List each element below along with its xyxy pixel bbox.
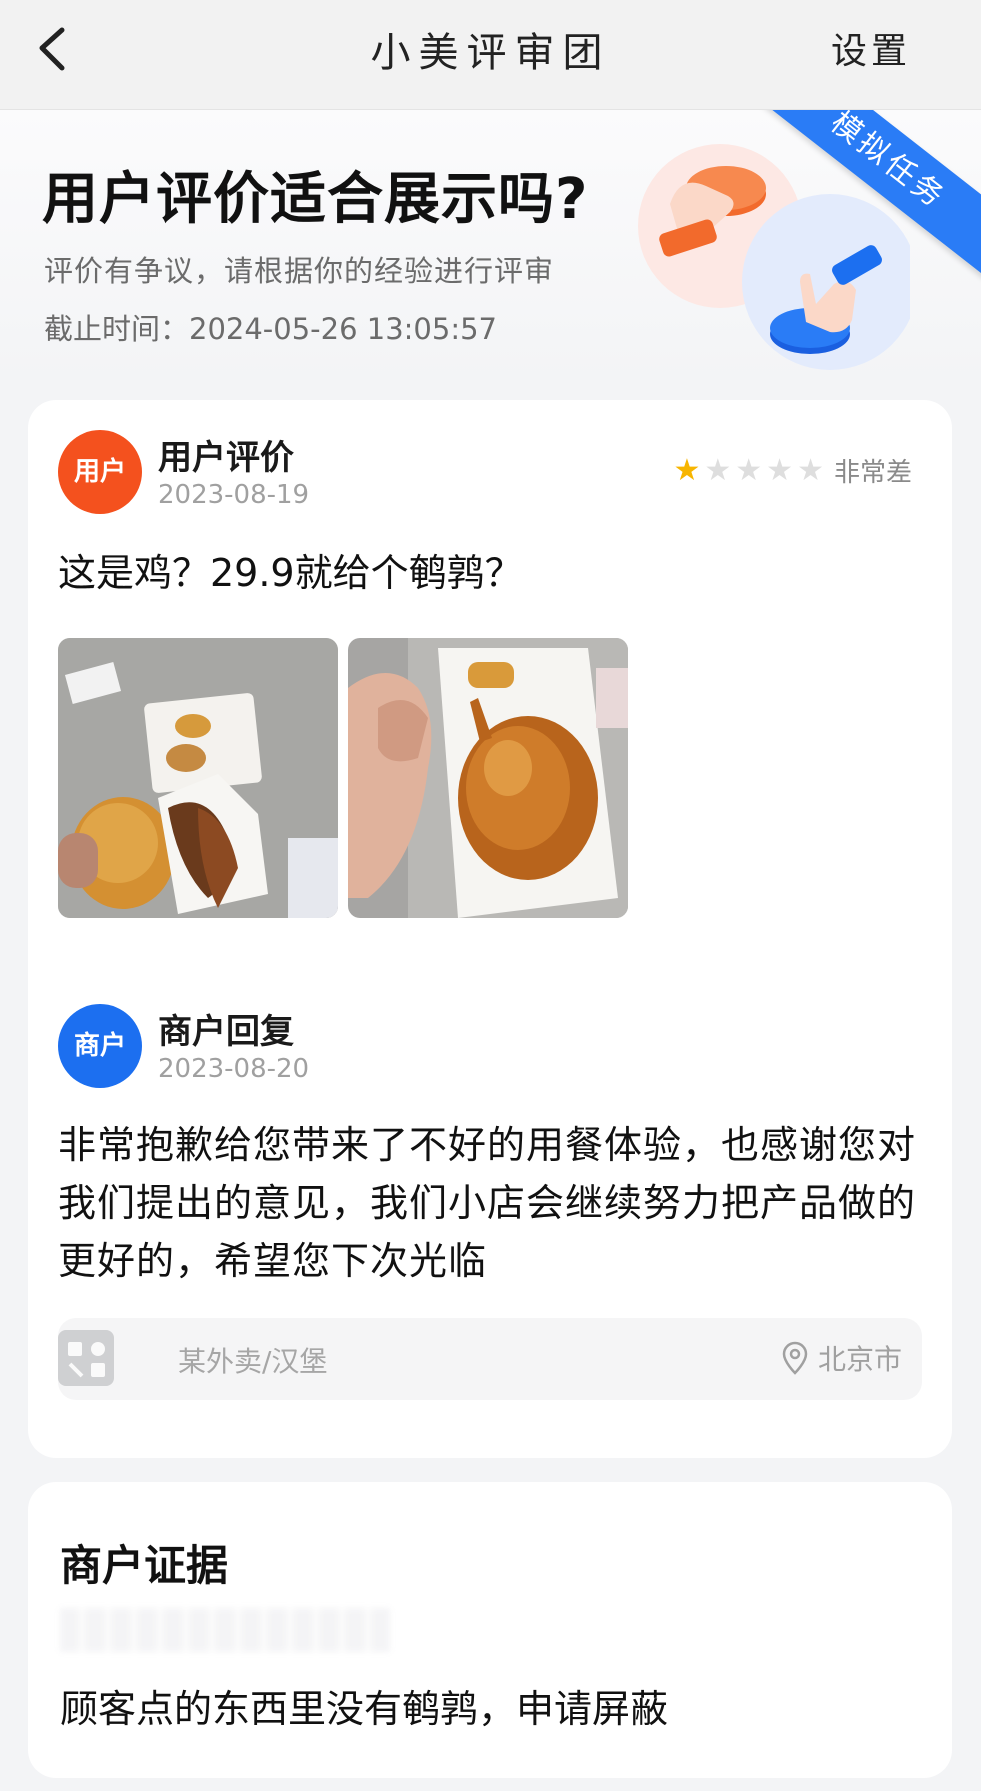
burger-photo — [58, 638, 338, 918]
shop-name: 某外卖/汉堡 — [178, 1345, 328, 1378]
blurred-evidence-line — [60, 1608, 390, 1652]
star-filled-icon: ★ — [673, 452, 701, 488]
task-banner: 用户评价适合展示吗? 评价有争议，请根据你的经验进行评审 截止时间：2024-0… — [0, 110, 981, 380]
roast-bird-photo — [348, 638, 628, 918]
review-card: 用户 用户评价 2023-08-19 ★ ★ ★ ★ ★ 非常差 这是鸡？29.9就给个… — [28, 400, 952, 1458]
star-rating: ★ ★ ★ ★ ★ 非常差 — [673, 452, 912, 489]
shop-info-bar[interactable]: 某外卖/汉堡 北京市 — [58, 1318, 922, 1400]
settings-button[interactable]: 设置 — [831, 22, 911, 74]
evidence-text: 顾客点的东西里没有鹌鹑，申请屏蔽 — [60, 1687, 669, 1731]
banner-subtitle: 评价有争议，请根据你的经验进行评审 — [44, 254, 555, 288]
review-photo-1[interactable] — [58, 638, 338, 918]
star-empty-icon: ★ — [797, 452, 824, 488]
rating-text: 非常差 — [833, 458, 912, 488]
user-avatar: 用户 — [58, 430, 142, 514]
banner-title: 用户评价适合展示吗? — [42, 167, 589, 232]
review-author: 用户评价 — [158, 438, 294, 478]
shop-location: 北京市 — [780, 1338, 902, 1378]
shop-location-text: 北京市 — [817, 1343, 902, 1376]
shop-logo — [58, 1330, 114, 1386]
star-empty-icon: ★ — [735, 452, 763, 488]
review-text: 这是鸡？29.9就给个鹌鹑？ — [58, 551, 523, 595]
evidence-title: 商户证据 — [60, 1541, 229, 1590]
reply-date: 2023-08-20 — [158, 1054, 310, 1084]
reply-text: 非常抱歉给您带来了不好的用餐体验，也感谢您对我们提出的意见，我们小店会继续努力把… — [58, 1123, 917, 1283]
star-empty-icon: ★ — [704, 452, 732, 488]
review-date: 2023-08-19 — [158, 480, 310, 510]
star-empty-icon: ★ — [766, 452, 794, 488]
stars-row: ★ ★ ★ ★ ★ — [673, 452, 828, 488]
reply-author: 商户回复 — [158, 1012, 294, 1052]
nav-bar: 小美评审团 设置 — [0, 0, 981, 110]
deadline-text: 截止时间：2024-05-26 13:05:57 — [44, 312, 497, 346]
merchant-evidence-card: 商户证据 顾客点的东西里没有鹌鹑，申请屏蔽 — [28, 1482, 952, 1778]
location-pin-icon — [782, 1341, 808, 1375]
merchant-avatar: 商户 — [58, 1004, 142, 1088]
review-photo-2[interactable] — [348, 638, 628, 918]
